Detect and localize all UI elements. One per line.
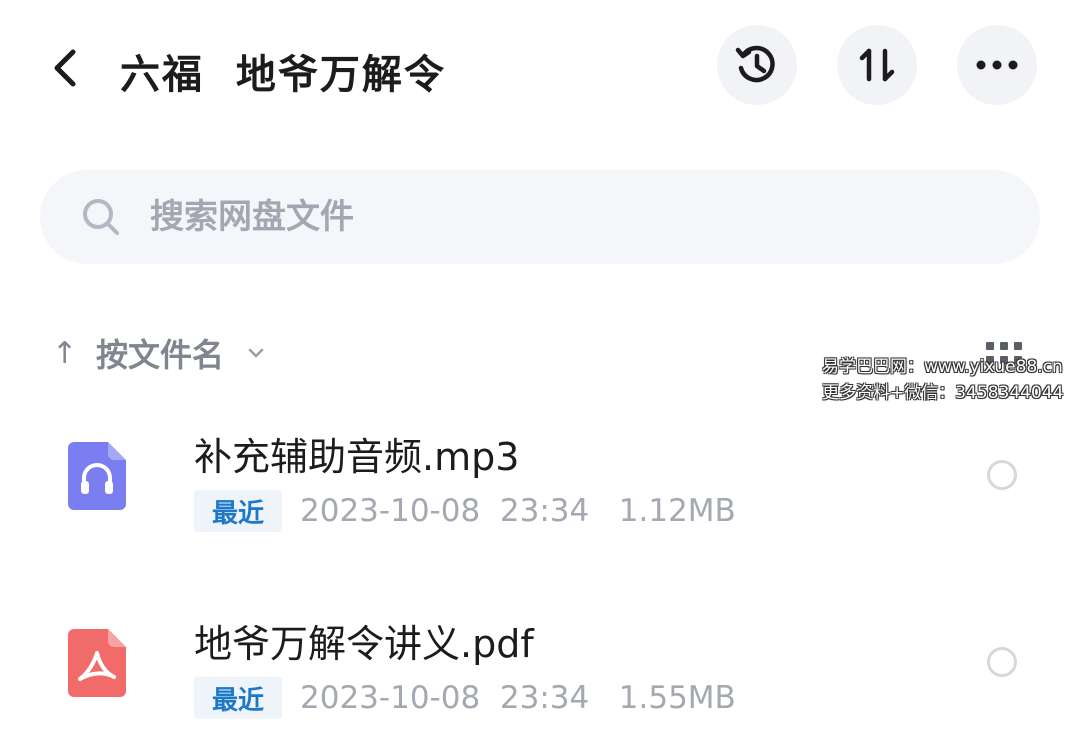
sort-arrows-icon xyxy=(859,48,895,82)
page-title: 六福 地爷万解令 xyxy=(120,52,446,98)
header-bar: 六福 地爷万解令 xyxy=(0,0,1080,130)
file-list-item[interactable]: 地爷万解令讲义.pdf 最近 2023-10-08 23:34 1.55MB xyxy=(0,595,1080,755)
watermark-overlay: 易学巴巴网：www.yixue88.cn 更多资料+微信：3458344044 xyxy=(822,354,1063,406)
chevron-left-icon xyxy=(54,49,76,87)
search-input[interactable] xyxy=(148,196,852,238)
more-dots-icon xyxy=(976,60,1018,70)
recent-badge: 最近 xyxy=(194,677,283,719)
file-browser-page: 六福 地爷万解令 搜索网盘文件 ↑ 按文件名 易学巴巴网：www.yixue88… xyxy=(0,0,1080,756)
search-bar[interactable] xyxy=(40,170,1040,264)
watermark-line: 更多资料+微信：3458344044 xyxy=(822,383,1064,403)
back-button[interactable] xyxy=(42,44,90,92)
select-checkbox[interactable] xyxy=(987,460,1017,490)
history-clock-icon xyxy=(735,45,775,83)
audio-file-icon xyxy=(66,440,128,512)
chevron-down-icon xyxy=(246,343,266,363)
sort-selector[interactable]: ↑ 按文件名 xyxy=(52,328,266,378)
more-options-button[interactable] xyxy=(957,25,1037,105)
file-date-size: 2023-10-08 23:34 1.12MB xyxy=(300,493,736,529)
history-button[interactable] xyxy=(717,25,797,105)
file-meta: 最近 2023-10-08 23:34 1.12MB xyxy=(194,490,736,532)
file-date-size: 2023-10-08 23:34 1.55MB xyxy=(300,680,736,716)
sort-label: 按文件名 xyxy=(96,336,225,374)
sort-order-button[interactable] xyxy=(837,25,917,105)
pdf-file-icon xyxy=(66,627,128,699)
file-meta: 最近 2023-10-08 23:34 1.55MB xyxy=(194,677,736,719)
search-icon xyxy=(80,196,122,238)
watermark-line: 易学巴巴网：www.yixue88.cn xyxy=(822,357,1063,377)
sort-direction-arrow: ↑ xyxy=(52,335,78,371)
recent-badge: 最近 xyxy=(194,490,283,532)
file-name: 地爷万解令讲义.pdf xyxy=(194,622,534,666)
select-checkbox[interactable] xyxy=(987,647,1017,677)
file-list-item[interactable]: 补充辅助音频.mp3 最近 2023-10-08 23:34 1.12MB xyxy=(0,408,1080,568)
file-name: 补充辅助音频.mp3 xyxy=(194,435,520,479)
